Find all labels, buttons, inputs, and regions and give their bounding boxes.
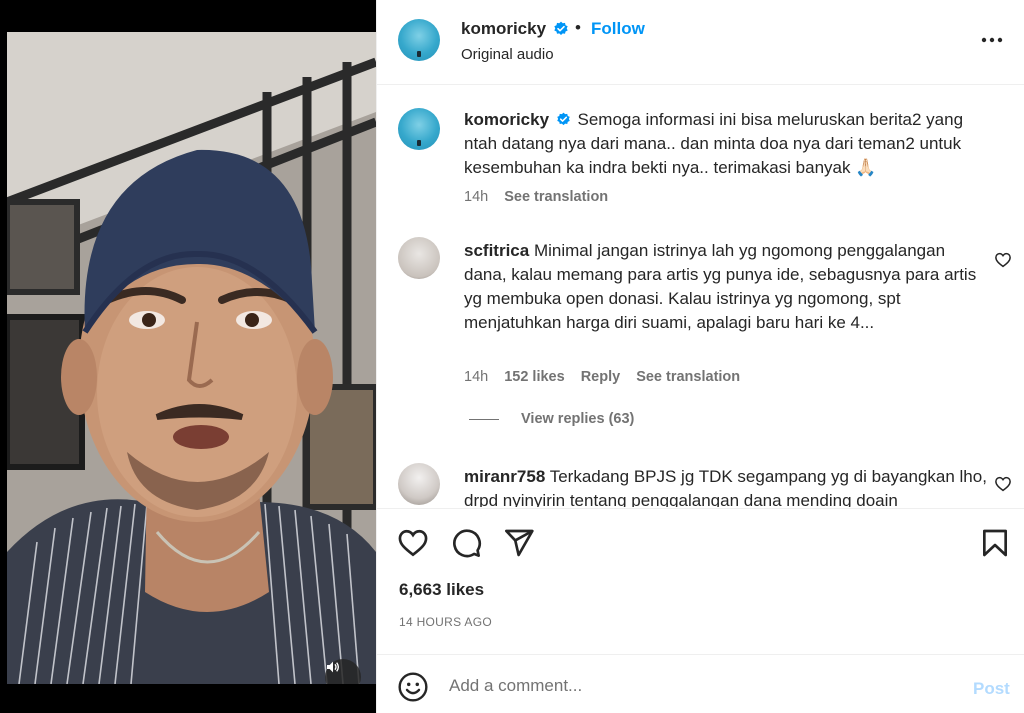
commenter-avatar[interactable] bbox=[398, 463, 440, 505]
caption: komoricky Semoga informasi ini bisa melu… bbox=[464, 108, 989, 180]
original-audio-link[interactable]: Original audio bbox=[461, 46, 554, 63]
commenter-avatar[interactable] bbox=[398, 237, 440, 279]
caption-see-translation-button[interactable]: See translation bbox=[504, 189, 608, 205]
emoji-icon[interactable] bbox=[397, 671, 429, 703]
comment-see-translation-button[interactable]: See translation bbox=[636, 369, 740, 385]
caption-time[interactable]: 14h bbox=[464, 189, 488, 205]
likes-count[interactable]: 6,663 likes bbox=[399, 580, 484, 600]
follow-button[interactable]: Follow bbox=[591, 19, 645, 39]
view-replies-label: View replies (63) bbox=[521, 411, 635, 427]
post-timestamp[interactable]: 14 HOURS AGO bbox=[399, 615, 492, 629]
comment: scfitrica Minimal jangan istrinya lah yg… bbox=[464, 239, 989, 335]
comment-reply-button[interactable]: Reply bbox=[581, 369, 621, 385]
replies-divider-line bbox=[469, 418, 499, 420]
comments-list[interactable]: komoricky Semoga informasi ini bisa melu… bbox=[377, 86, 1024, 507]
view-replies-button[interactable]: View replies (63) bbox=[469, 411, 634, 427]
caption-avatar[interactable] bbox=[398, 108, 440, 150]
bookmark-icon[interactable] bbox=[979, 527, 1011, 559]
comment-text: Minimal jangan istrinya lah yg ngomong p… bbox=[464, 241, 977, 332]
post-details-panel: komoricky • Follow Original audio komori… bbox=[376, 0, 1024, 713]
post-header: komoricky • Follow Original audio bbox=[377, 0, 1024, 85]
send-icon[interactable] bbox=[503, 527, 535, 559]
comment-meta: 14h 152 likes Reply See translation bbox=[464, 369, 740, 385]
more-options-button[interactable] bbox=[977, 26, 1007, 54]
comment-like-heart-icon[interactable] bbox=[994, 251, 1012, 269]
verified-badge-icon bbox=[554, 21, 568, 35]
more-horizontal-icon bbox=[981, 37, 1003, 43]
speaker-icon bbox=[327, 661, 339, 673]
author-avatar[interactable] bbox=[398, 19, 440, 61]
video-player[interactable] bbox=[7, 32, 376, 684]
comment-time[interactable]: 14h bbox=[464, 369, 488, 385]
verified-badge-icon bbox=[557, 112, 570, 126]
video-frame bbox=[7, 32, 376, 684]
comment-likes-count[interactable]: 152 likes bbox=[504, 369, 564, 385]
comment: miranr758 Terkadang BPJS jg TDK segampan… bbox=[464, 465, 989, 507]
caption-meta: 14h See translation bbox=[464, 189, 608, 205]
post-comment-button[interactable]: Post bbox=[973, 679, 1010, 699]
comment-like-heart-icon[interactable] bbox=[994, 475, 1012, 493]
comment-username[interactable]: miranr758 bbox=[464, 467, 545, 486]
comment-username[interactable]: scfitrica bbox=[464, 241, 529, 260]
media-pane bbox=[0, 0, 376, 713]
post-action-bar bbox=[377, 508, 1024, 578]
author-username[interactable]: komoricky bbox=[461, 19, 546, 39]
header-separator: • bbox=[575, 18, 581, 37]
heart-icon[interactable] bbox=[397, 527, 429, 559]
comment-icon[interactable] bbox=[450, 527, 482, 559]
caption-username[interactable]: komoricky bbox=[464, 110, 549, 129]
add-comment-bar: Post bbox=[377, 654, 1024, 713]
comment-input[interactable] bbox=[449, 669, 949, 703]
